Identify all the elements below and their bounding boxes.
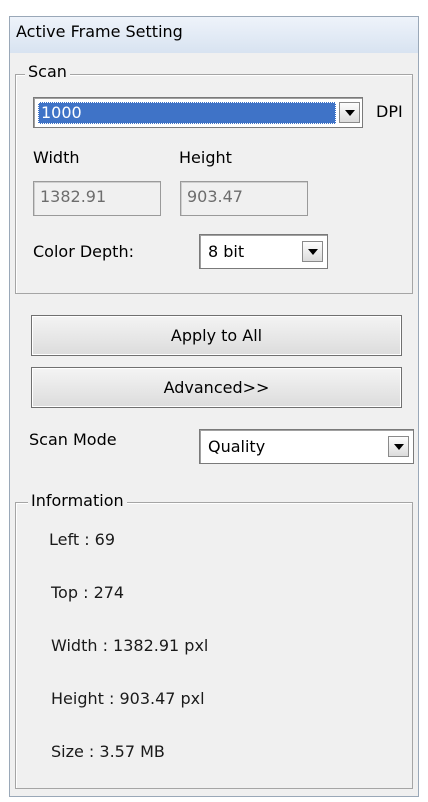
- info-size: Size : 3.57 MB: [51, 742, 165, 761]
- height-label: Height: [179, 148, 232, 167]
- chevron-down-icon: [344, 109, 355, 116]
- color-depth-dropdown-arrow[interactable]: [302, 241, 323, 262]
- height-field[interactable]: 903.47: [180, 181, 308, 216]
- panel-title: Active Frame Setting: [16, 22, 183, 41]
- info-top: Top : 274: [51, 583, 125, 602]
- scan-mode-dropdown[interactable]: Quality: [199, 429, 414, 464]
- color-depth-label: Color Depth:: [33, 242, 134, 261]
- width-field[interactable]: 1382.91: [33, 181, 161, 216]
- scan-mode-dropdown-arrow[interactable]: [388, 436, 409, 457]
- dpi-selected-highlight: [38, 102, 336, 124]
- info-left: Left : 69: [49, 530, 116, 549]
- scan-mode-label: Scan Mode: [29, 430, 117, 449]
- advanced-button[interactable]: Advanced>>: [31, 367, 402, 408]
- information-legend: Information: [28, 491, 127, 510]
- chevron-down-icon: [393, 443, 404, 450]
- scan-legend: Scan: [25, 62, 70, 81]
- info-width: Width : 1382.91 pxl: [51, 636, 209, 655]
- width-label: Width: [33, 148, 80, 167]
- dpi-unit-label: DPI: [376, 102, 403, 121]
- color-depth-value: 8 bit: [208, 242, 245, 261]
- scan-mode-value: Quality: [208, 437, 266, 456]
- dpi-value: 1000: [41, 103, 82, 122]
- dpi-dropdown[interactable]: 1000: [33, 97, 363, 128]
- chevron-down-icon: [307, 248, 318, 255]
- color-depth-dropdown[interactable]: 8 bit: [199, 234, 328, 269]
- apply-to-all-button[interactable]: Apply to All: [31, 315, 402, 356]
- info-height: Height : 903.47 pxl: [51, 689, 205, 708]
- dpi-dropdown-arrow[interactable]: [339, 102, 360, 123]
